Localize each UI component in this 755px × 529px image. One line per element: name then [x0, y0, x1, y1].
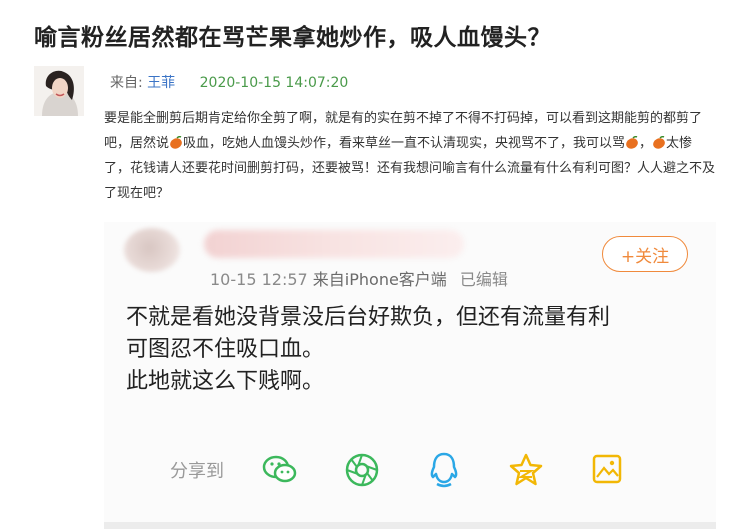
- author-avatar[interactable]: [34, 66, 84, 116]
- moments-icon[interactable]: [342, 450, 382, 490]
- post-text-part: 吸血，吃她人血馒头炒作，看来草丝一直不认清现实，央视骂不了，我可以骂: [183, 136, 626, 151]
- screenshot-source-prefix: 来自: [312, 270, 345, 289]
- mango-icon: [652, 133, 666, 149]
- post-body: 要是能全删剪后期肯定给你全剪了啊，就是有的实在剪不掉了不得不打码掉，可以看到这期…: [104, 106, 716, 206]
- wechat-icon[interactable]: [260, 450, 300, 490]
- post-timestamp: 2020-10-15 14:07:20: [199, 75, 349, 91]
- mango-icon: [169, 133, 183, 149]
- comment-line: 此地就这么下贱啊。: [126, 369, 325, 394]
- share-row: 分享到: [170, 450, 670, 490]
- bottom-divider: [104, 522, 716, 529]
- weibo-album-icon[interactable]: [588, 450, 628, 490]
- qq-icon[interactable]: [424, 450, 464, 490]
- qzone-icon[interactable]: [506, 450, 546, 490]
- blurred-avatar: [124, 228, 180, 272]
- from-label: 来自:: [110, 75, 143, 91]
- blurred-username: [204, 230, 464, 258]
- post-meta: 来自: 王菲 2020-10-15 14:07:20: [110, 72, 348, 92]
- follow-button[interactable]: +关注: [602, 236, 688, 272]
- embedded-screenshot: +关注 10-15 12:57 来自iPhone客户端 已编辑 不就是看她没背景…: [104, 222, 716, 529]
- share-label: 分享到: [170, 461, 224, 482]
- comment-line: 不就是看她没背景没后台好欺负，但还有流量有利: [126, 305, 611, 330]
- edited-label: 已编辑: [459, 270, 508, 289]
- screenshot-comment: 不就是看她没背景没后台好欺负，但还有流量有利 可图忍不住吸口血。 此地就这么下贱…: [126, 302, 696, 398]
- comment-line: 可图忍不住吸口血。: [126, 337, 325, 362]
- post-text-part: ，: [639, 136, 653, 151]
- author-link[interactable]: 王菲: [147, 75, 175, 91]
- screenshot-source: iPhone客户端: [344, 270, 447, 289]
- mango-icon: [625, 133, 639, 149]
- screenshot-meta: 10-15 12:57 来自iPhone客户端 已编辑: [210, 266, 508, 290]
- screenshot-time: 10-15 12:57: [210, 270, 308, 289]
- article-title: 喻言粉丝居然都在骂芒果拿她炒作，吸人血馒头？: [34, 25, 551, 51]
